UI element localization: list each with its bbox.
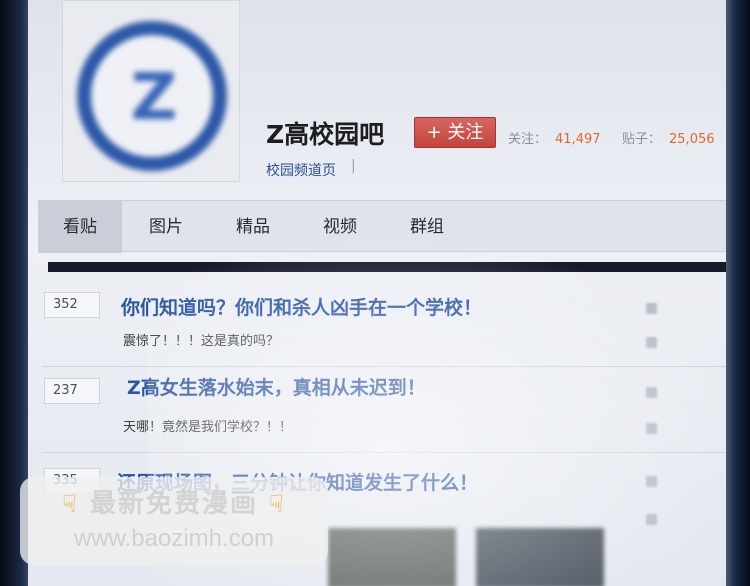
thread-abstract: 震惊了！！！这是真的吗？: [123, 334, 280, 349]
forum-title: Z高校园吧: [266, 120, 385, 149]
row-divider: [42, 452, 726, 453]
campus-channel-link[interactable]: 校园频道页: [266, 160, 336, 180]
forum-tab-bar: 看贴 图片 精品 视频 群组: [38, 200, 726, 253]
watermark-title: 最新免费漫画: [89, 489, 258, 519]
followers-count: 41,497: [555, 132, 601, 147]
last-reply-user[interactable]: [646, 335, 662, 348]
last-reply-user[interactable]: [646, 421, 662, 434]
monitor-bezel-right: [724, 0, 750, 586]
site-watermark: ☟ 最新免费漫画 ☟ www.baozimh.com: [20, 477, 328, 565]
user-icon: [646, 475, 657, 487]
thread-thumbnail[interactable]: [328, 528, 456, 586]
reply-count-badge: 237: [44, 378, 100, 404]
pointing-hand-icon: ☟: [269, 490, 286, 518]
pointing-hand-icon: ☟: [62, 490, 79, 518]
comment-icon: [646, 513, 657, 525]
follow-button[interactable]: + 关注: [414, 117, 496, 148]
thread-author[interactable]: [646, 474, 662, 487]
user-icon: [646, 386, 657, 398]
forum-logo: Z: [62, 0, 240, 182]
posts-label: 贴子：: [622, 132, 662, 147]
comment-icon: [646, 336, 657, 348]
tab-groups[interactable]: 群组: [397, 201, 457, 253]
thread-thumbnail[interactable]: [476, 528, 604, 586]
reply-count-badge: 352: [44, 292, 100, 318]
list-header-bar: [48, 262, 726, 272]
last-reply-user[interactable]: [646, 512, 662, 525]
tab-featured[interactable]: 精品: [223, 201, 283, 253]
tab-threads[interactable]: 看贴: [38, 201, 122, 253]
link-separator: |: [351, 158, 356, 174]
user-icon: [646, 302, 657, 314]
thread-title-link[interactable]: Z高女生落水始末，真相从未迟到！: [127, 373, 426, 400]
posts-stat: 贴子： 25,056: [622, 128, 715, 147]
thread-abstract: 天哪！竟然是我们学校？！！: [123, 420, 293, 435]
followers-stat: 关注： 41,497: [508, 128, 601, 147]
tab-videos[interactable]: 视频: [310, 201, 370, 253]
comment-icon: [646, 422, 657, 434]
tab-images[interactable]: 图片: [136, 201, 196, 253]
thread-author[interactable]: [646, 301, 662, 314]
posts-count: 25,056: [669, 132, 715, 147]
thread-title-link[interactable]: 你们知道吗？你们和杀人凶手在一个学校！: [121, 293, 482, 320]
row-divider: [42, 366, 726, 367]
thread-image-thumbnails: [328, 528, 726, 586]
thread-author[interactable]: [646, 385, 662, 398]
watermark-url: www.baozimh.com: [73, 525, 275, 552]
followers-label: 关注：: [508, 132, 548, 147]
school-emblem-icon: Z: [77, 21, 227, 171]
